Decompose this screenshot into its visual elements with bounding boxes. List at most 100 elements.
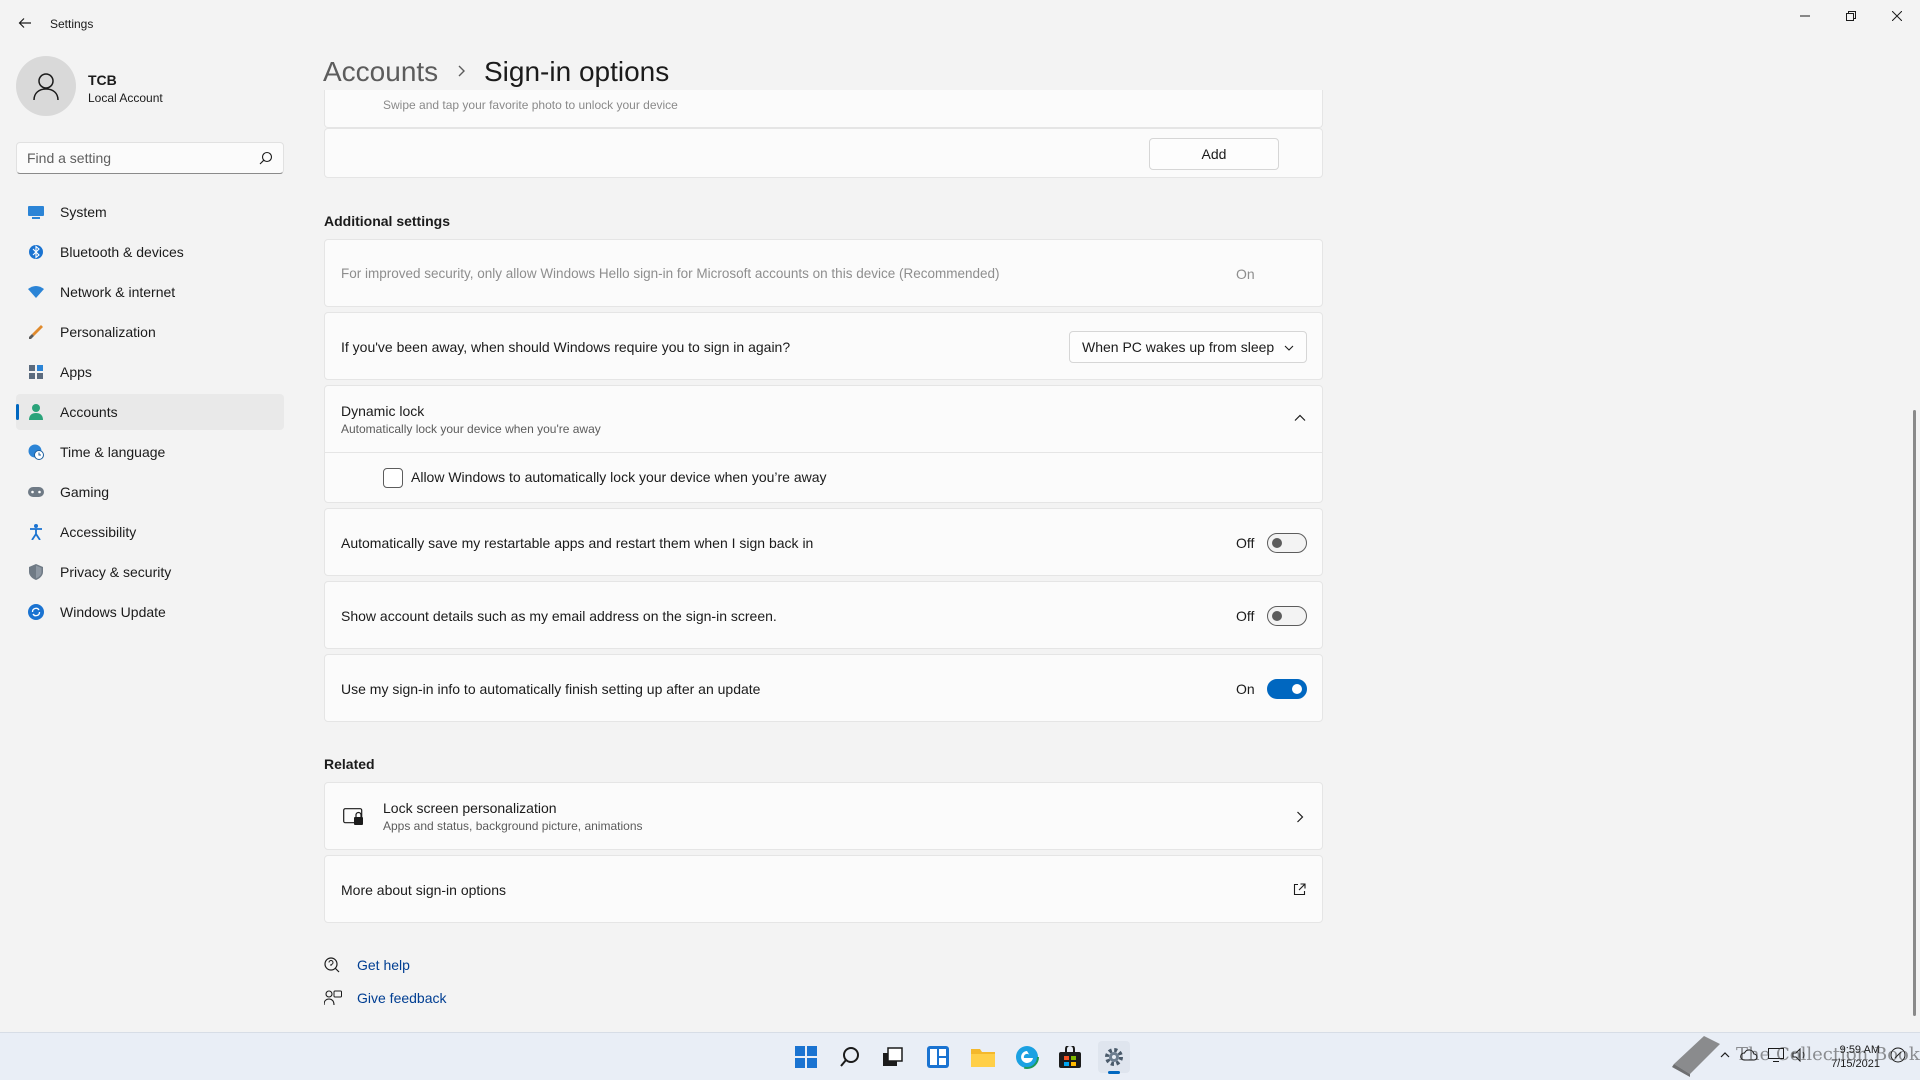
windows-logo-icon xyxy=(795,1046,817,1068)
dynamic-lock-title: Dynamic lock xyxy=(341,403,425,419)
sidebar-item-bluetooth[interactable]: Bluetooth & devices xyxy=(16,234,284,270)
sidebar-item-network[interactable]: Network & internet xyxy=(16,274,284,310)
task-view-icon xyxy=(883,1047,903,1066)
signin-info-toggle[interactable] xyxy=(1267,679,1307,699)
sidebar-item-label: Apps xyxy=(60,364,92,380)
restart-apps-toggle[interactable] xyxy=(1267,533,1307,553)
account-details-toggle[interactable] xyxy=(1267,606,1307,626)
sidebar-item-label: Windows Update xyxy=(60,604,166,620)
search-input[interactable] xyxy=(27,149,247,167)
sidebar-item-system[interactable]: System xyxy=(16,194,284,230)
restart-apps-label: Automatically save my restartable apps a… xyxy=(341,535,814,551)
sidebar-item-label: System xyxy=(60,204,107,220)
search-icon xyxy=(840,1047,859,1067)
give-feedback-link[interactable]: Give feedback xyxy=(357,990,447,1006)
sidebar-item-privacy[interactable]: Privacy & security xyxy=(16,554,284,590)
sidebar-nav: System Bluetooth & devices Network & int… xyxy=(16,194,284,634)
profile-account-type: Local Account xyxy=(88,91,163,105)
sidebar-item-accounts[interactable]: Accounts xyxy=(16,394,284,430)
sidebar-item-gaming[interactable]: Gaming xyxy=(16,474,284,510)
dynamic-lock-checkbox[interactable] xyxy=(383,468,403,488)
dynamic-lock-header[interactable]: Dynamic lock Automatically lock your dev… xyxy=(325,386,1322,452)
dynamic-lock-checkbox-label: Allow Windows to automatically lock your… xyxy=(411,469,827,485)
picture-password-description: Swipe and tap your favorite photo to unl… xyxy=(383,98,678,112)
restore-button[interactable] xyxy=(1828,0,1874,32)
divider xyxy=(325,452,1322,453)
search-icon[interactable] xyxy=(259,151,273,165)
sidebar-item-label: Personalization xyxy=(60,324,156,340)
signin-info-label: Use my sign-in info to automatically fin… xyxy=(341,681,761,697)
avatar[interactable] xyxy=(16,56,76,116)
file-explorer-button[interactable] xyxy=(967,1041,999,1073)
hello-only-state: On xyxy=(1236,266,1255,282)
folder-icon xyxy=(971,1049,995,1067)
picture-password-add-row: Add xyxy=(324,128,1323,178)
task-view-button[interactable] xyxy=(877,1041,909,1073)
sidebar-item-label: Accessibility xyxy=(60,524,137,540)
minimize-icon xyxy=(1800,15,1810,17)
sidebar-item-accessibility[interactable]: Accessibility xyxy=(16,514,284,550)
add-picture-password-button[interactable]: Add xyxy=(1149,138,1279,170)
widgets-icon xyxy=(927,1046,949,1068)
profile-name: TCB xyxy=(88,72,117,88)
close-icon xyxy=(1892,11,1902,21)
related-heading: Related xyxy=(324,756,375,772)
chevron-right-icon xyxy=(1297,811,1304,823)
additional-settings-heading: Additional settings xyxy=(324,213,450,229)
restart-apps-setting: Automatically save my restartable apps a… xyxy=(324,508,1323,576)
restart-apps-state: Off xyxy=(1236,535,1255,551)
get-help-link[interactable]: Get help xyxy=(357,957,410,973)
signin-info-setting: Use my sign-in info to automatically fin… xyxy=(324,654,1323,722)
require-signin-dropdown[interactable]: When PC wakes up from sleep xyxy=(1069,331,1307,363)
lock-screen-title: Lock screen personalization xyxy=(383,800,557,816)
app-title: Settings xyxy=(50,17,94,31)
chevron-down-icon xyxy=(1284,345,1294,351)
settings-taskbar-button[interactable] xyxy=(1098,1041,1130,1074)
sidebar-item-personalization[interactable]: Personalization xyxy=(16,314,284,350)
back-button[interactable] xyxy=(14,12,36,34)
taskbar-search-button[interactable] xyxy=(834,1041,866,1073)
sidebar-item-apps[interactable]: Apps xyxy=(16,354,284,390)
sidebar-item-windows-update[interactable]: Windows Update xyxy=(16,594,284,630)
shield-icon xyxy=(28,564,44,580)
sidebar-item-label: Bluetooth & devices xyxy=(60,244,184,260)
search-box[interactable] xyxy=(16,142,284,174)
store-icon xyxy=(1059,1046,1081,1068)
sidebar-item-time-language[interactable]: Time & language xyxy=(16,434,284,470)
sidebar-item-label: Accounts xyxy=(60,404,118,420)
chevron-up-icon xyxy=(1294,414,1306,421)
sidebar-item-label: Privacy & security xyxy=(60,564,172,580)
lock-screen-icon xyxy=(343,808,363,825)
sidebar-item-label: Gaming xyxy=(60,484,110,500)
gear-icon xyxy=(1105,1048,1123,1066)
page-title: Sign-in options xyxy=(484,56,670,87)
breadcrumb[interactable]: Accounts xyxy=(323,56,438,88)
globe-clock-icon xyxy=(28,444,44,460)
picture-password-card: Swipe and tap your favorite photo to unl… xyxy=(324,90,1323,128)
watermark-text: The Collection Book xyxy=(1736,1044,1920,1065)
update-icon xyxy=(28,604,44,620)
taskbar: 9:59 AM 7/15/2021 xyxy=(0,1032,1920,1080)
lock-screen-subtitle: Apps and status, background picture, ani… xyxy=(383,819,643,833)
minimize-button[interactable] xyxy=(1782,0,1828,32)
scrollbar-thumb[interactable] xyxy=(1913,410,1916,1016)
hello-only-label: For improved security, only allow Window… xyxy=(341,266,1000,281)
wifi-icon xyxy=(28,284,44,300)
person-icon xyxy=(33,73,59,101)
widgets-button[interactable] xyxy=(922,1041,954,1073)
book-logo-icon xyxy=(1672,1036,1720,1077)
lock-screen-personalization-link[interactable]: Lock screen personalization Apps and sta… xyxy=(324,782,1323,850)
external-link-icon xyxy=(1293,883,1306,896)
account-details-state: Off xyxy=(1236,608,1255,624)
more-signin-options-link[interactable]: More about sign-in options xyxy=(324,855,1323,923)
start-button[interactable] xyxy=(790,1041,822,1073)
edge-button[interactable] xyxy=(1011,1041,1043,1073)
account-details-setting: Show account details such as my email ad… xyxy=(324,581,1323,649)
monitor-icon xyxy=(28,204,44,220)
store-button[interactable] xyxy=(1054,1041,1086,1073)
feedback-icon xyxy=(324,990,342,1006)
apps-icon xyxy=(28,364,44,380)
person-icon xyxy=(28,404,44,420)
close-button[interactable] xyxy=(1874,0,1920,32)
restore-icon xyxy=(1846,11,1856,21)
